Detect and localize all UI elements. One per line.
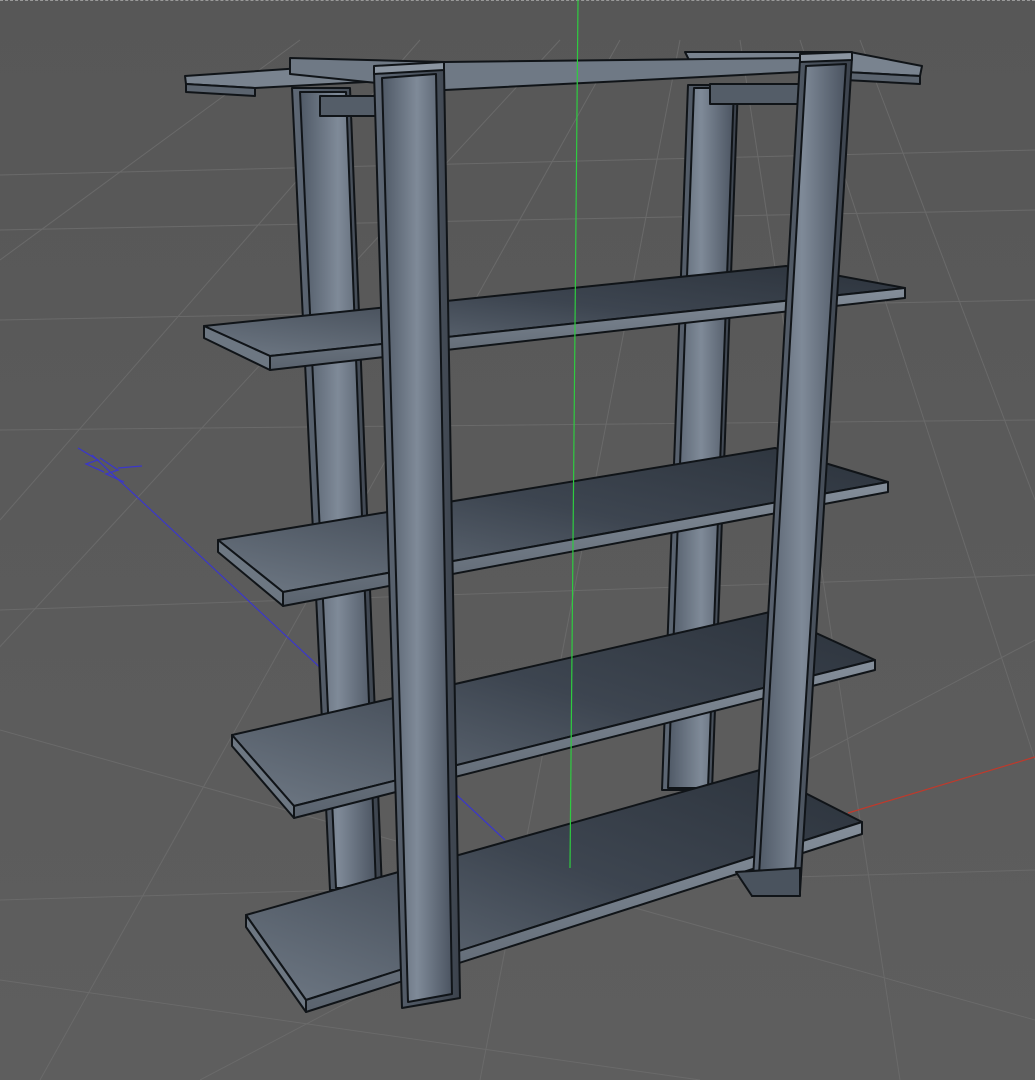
z-axis-label — [77, 447, 143, 483]
grid-line — [0, 574, 1035, 611]
3d-viewport[interactable] — [0, 0, 1035, 1080]
viewport-canvas[interactable] — [0, 0, 1035, 1080]
grid-line — [859, 39, 1035, 501]
grid-line — [0, 149, 1035, 176]
grid-line — [0, 419, 1035, 431]
grid-line — [0, 209, 1035, 231]
front-left-post — [373, 61, 461, 1009]
x-axis-line — [847, 756, 1035, 814]
